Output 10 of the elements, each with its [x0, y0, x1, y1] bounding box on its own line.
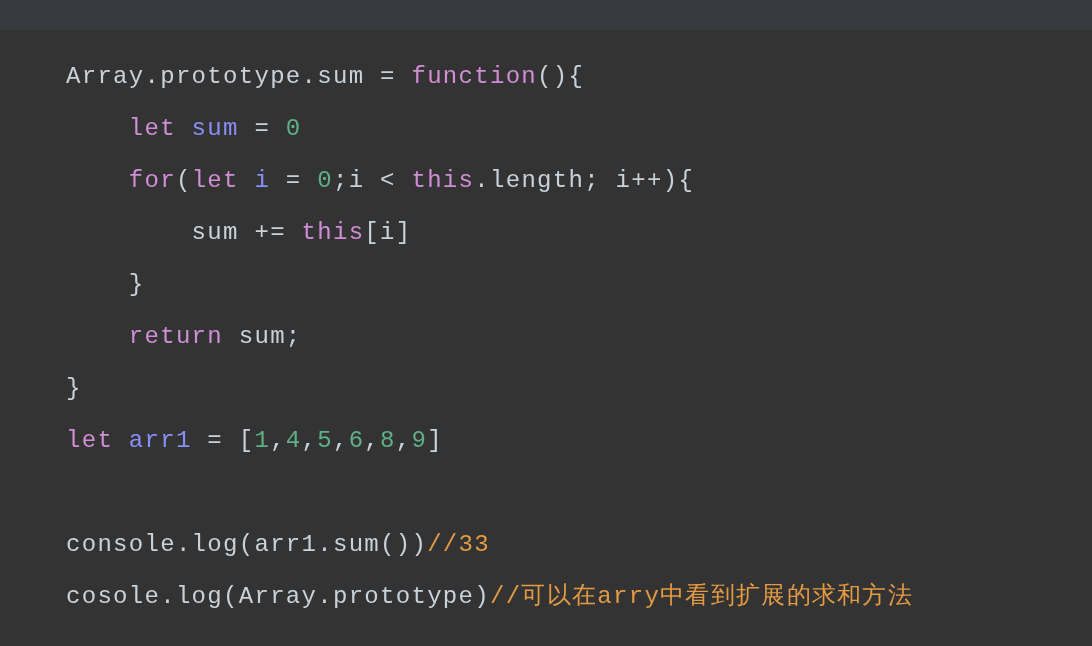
- code-line: }: [66, 374, 82, 404]
- code-line: Array.prototype.sum = function(){: [66, 62, 585, 92]
- code-line: console.log(arr1.sum())//33: [66, 530, 490, 560]
- code-line: return sum;: [127, 322, 302, 352]
- code-line: for(let i = 0;i < this.length; i++){: [127, 166, 695, 196]
- code-line: sum += this[i]: [190, 218, 412, 248]
- code-line: let sum = 0: [127, 114, 302, 144]
- code-line: cosole.log(Array.prototype)//可以在arry中看到扩展的求和方法: [66, 581, 914, 612]
- code-line: let arr1 = [1,4,5,6,8,9]: [66, 426, 443, 456]
- code-line: }: [127, 270, 145, 300]
